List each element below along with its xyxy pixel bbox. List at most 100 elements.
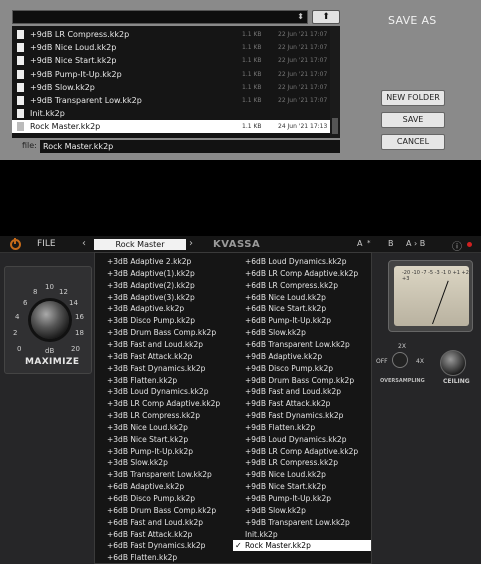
preset-menu-item[interactable]: +6dB Slow.kk2p xyxy=(245,327,369,338)
preset-menu-item[interactable]: +6dB Nice Loud.kk2p xyxy=(245,292,369,303)
preset-menu-item[interactable]: +6dB Fast Attack.kk2p xyxy=(107,529,233,540)
file-menu[interactable]: FILE xyxy=(37,239,56,249)
preset-menu-item[interactable]: +3dB Adaptive(3).kk2p xyxy=(107,292,233,303)
file-date: 22 Jun '21 17:07 xyxy=(278,31,328,38)
file-icon xyxy=(17,96,24,105)
ab-copy-button[interactable]: A › B xyxy=(406,239,425,248)
preset-menu-item[interactable]: +9dB Adaptive.kk2p xyxy=(245,351,369,362)
preset-menu-item[interactable]: +3dB Fast and Loud.kk2p xyxy=(107,339,233,350)
preset-menu-item[interactable]: +9dB Pump-It-Up.kk2p xyxy=(245,493,369,504)
up-arrow-icon: ⬆ xyxy=(322,12,330,22)
prev-preset-button[interactable]: ‹ xyxy=(82,238,86,249)
new-folder-button[interactable]: NEW FOLDER xyxy=(381,90,445,106)
preset-menu-item[interactable]: +6dB Pump-It-Up.kk2p xyxy=(245,315,369,326)
preset-menu-item[interactable]: +3dB Fast Dynamics.kk2p xyxy=(107,363,233,374)
preset-menu-item[interactable]: +3dB Adaptive 2.kk2p xyxy=(107,256,233,267)
preset-menu-item[interactable]: +3dB LR Compress.kk2p xyxy=(107,410,233,421)
preset-menu[interactable]: +3dB Adaptive 2.kk2p +3dB Adaptive(1).kk2… xyxy=(94,252,372,564)
ab-b-button[interactable]: B xyxy=(388,239,394,248)
preset-menu-item[interactable]: +3dB Disco Pump.kk2p xyxy=(107,315,233,326)
preset-menu-item[interactable]: +3dB Flatten.kk2p xyxy=(107,375,233,386)
preset-menu-item[interactable]: +9dB Disco Pump.kk2p xyxy=(245,363,369,374)
preset-name-field[interactable]: Rock Master xyxy=(94,239,186,250)
preset-menu-item[interactable]: +6dB Flatten.kk2p xyxy=(107,552,233,563)
filename-input[interactable]: Rock Master.kk2p xyxy=(40,140,340,153)
preset-menu-item[interactable]: Init.kk2p xyxy=(245,529,369,540)
oversampling-off-label: OFF xyxy=(376,358,388,365)
file-icon xyxy=(17,43,24,53)
maximize-knob[interactable] xyxy=(31,301,69,339)
file-row[interactable]: +9dB Nice Loud.kk2p 1.1 KB 22 Jun '21 17:0… xyxy=(12,41,332,54)
preset-menu-item[interactable]: +3dB Nice Loud.kk2p xyxy=(107,422,233,433)
preset-menu-item[interactable]: +3dB LR Comp Adaptive.kk2p xyxy=(107,398,233,409)
file-list[interactable]: +9dB LR Compress.kk2p 1.1 KB 22 Jun '21 17… xyxy=(12,26,340,138)
tick-label: 18 xyxy=(75,329,84,337)
preset-menu-item[interactable]: +9dB Fast Attack.kk2p xyxy=(245,398,369,409)
preset-menu-item[interactable]: +6dB Loud Dynamics.kk2p xyxy=(245,256,369,267)
file-row[interactable]: +9dB Pump-It-Up.kk2p 1.1 KB 22 Jun '21 17:… xyxy=(12,68,332,81)
file-name: +9dB Transparent Low.kk2p xyxy=(30,96,142,105)
tick-label: 4 xyxy=(15,313,20,321)
preset-menu-item[interactable]: +6dB Adaptive.kk2p xyxy=(107,481,233,492)
preset-menu-item[interactable]: +6dB Drum Bass Comp.kk2p xyxy=(107,505,233,516)
save-button[interactable]: SAVE xyxy=(381,112,445,128)
preset-menu-item[interactable]: +9dB Loud Dynamics.kk2p xyxy=(245,434,369,445)
dialog-title: SAVE AS xyxy=(388,14,437,27)
file-row[interactable]: +9dB Slow.kk2p 1.1 KB 22 Jun '21 17:07 xyxy=(12,81,332,94)
oversampling-switch[interactable] xyxy=(392,352,408,368)
scrollbar-thumb[interactable] xyxy=(332,118,338,134)
file-name: +9dB Slow.kk2p xyxy=(30,82,95,92)
ab-a-button[interactable]: A xyxy=(357,239,362,248)
preset-menu-item[interactable]: +9dB Fast and Loud.kk2p xyxy=(245,386,369,397)
preset-menu-item[interactable]: +6dB Fast Dynamics.kk2p xyxy=(107,540,233,551)
preset-menu-item[interactable]: +3dB Adaptive(2).kk2p xyxy=(107,280,233,291)
preset-menu-item[interactable]: +9dB Nice Loud.kk2p xyxy=(245,469,369,480)
preset-menu-item[interactable]: +3dB Drum Bass Comp.kk2p xyxy=(107,327,233,338)
file-row[interactable]: +9dB Nice Start.kk2p 1.1 KB 22 Jun '21 17:… xyxy=(12,54,332,67)
bypass-led-icon[interactable] xyxy=(467,242,472,247)
preset-menu-item[interactable]: +9dB Flatten.kk2p xyxy=(245,422,369,433)
preset-menu-item[interactable]: +9dB Fast Dynamics.kk2p xyxy=(245,410,369,421)
preset-menu-item[interactable]: +3dB Loud Dynamics.kk2p xyxy=(107,386,233,397)
file-row[interactable]: Init.kk2p xyxy=(12,107,332,120)
vu-meter-face: -20 -10 -7 -5 -3 -1 0 +1 +2 +3 xyxy=(394,266,469,326)
preset-menu-item[interactable]: +9dB Slow.kk2p xyxy=(245,505,369,516)
next-preset-button[interactable]: › xyxy=(189,238,193,249)
parent-folder-button[interactable]: ⬆ xyxy=(312,10,340,24)
preset-menu-item[interactable]: +3dB Fast Attack.kk2p xyxy=(107,351,233,362)
preset-menu-item[interactable]: +6dB Fast and Loud.kk2p xyxy=(107,517,233,528)
checkmark-icon: ✓ xyxy=(235,541,242,551)
file-list-scrollbar[interactable] xyxy=(330,26,340,138)
file-icon xyxy=(17,82,24,92)
preset-menu-item[interactable]: +3dB Adaptive(1).kk2p xyxy=(107,268,233,279)
ab-toggle-icon[interactable]: * xyxy=(367,239,371,247)
preset-menu-item[interactable]: +6dB LR Compress.kk2p xyxy=(245,280,369,291)
preset-menu-item-selected[interactable]: ✓ Rock Master.kk2p xyxy=(233,540,371,552)
preset-menu-item[interactable]: +9dB Transparent Low.kk2p xyxy=(245,517,369,528)
preset-menu-item[interactable]: +6dB Disco Pump.kk2p xyxy=(107,493,233,504)
power-icon[interactable] xyxy=(10,238,21,250)
info-icon[interactable]: ⓘ xyxy=(452,238,462,253)
file-size: 1.1 KB xyxy=(242,31,262,38)
preset-menu-item[interactable]: +9dB LR Comp Adaptive.kk2p xyxy=(245,446,369,457)
file-row[interactable]: Rock Master.kk2p 1.1 KB 24 Jun '21 17:13 xyxy=(12,120,332,134)
file-size: 1.1 KB xyxy=(242,97,262,104)
preset-menu-item[interactable]: +3dB Pump-It-Up.kk2p xyxy=(107,446,233,457)
cancel-button[interactable]: CANCEL xyxy=(381,134,445,150)
preset-menu-item[interactable]: +3dB Transparent Low.kk2p xyxy=(107,469,233,480)
preset-menu-item[interactable]: +3dB Slow.kk2p xyxy=(107,457,233,468)
preset-menu-item[interactable]: +3dB Adaptive.kk2p xyxy=(107,303,233,314)
file-date: 22 Jun '21 17:07 xyxy=(278,57,328,65)
file-row[interactable]: +9dB LR Compress.kk2p 1.1 KB 22 Jun '21 17… xyxy=(12,28,332,41)
preset-menu-item[interactable]: +9dB LR Compress.kk2p xyxy=(245,457,369,468)
file-row[interactable]: +9dB Transparent Low.kk2p 1.1 KB 22 Jun '2… xyxy=(12,94,332,107)
preset-menu-item[interactable]: +6dB Transparent Low.kk2p xyxy=(245,339,369,350)
ceiling-knob[interactable] xyxy=(440,350,466,376)
preset-menu-item[interactable]: +6dB Nice Start.kk2p xyxy=(245,303,369,314)
tick-label: 0 xyxy=(17,345,22,353)
preset-menu-item[interactable]: +9dB Drum Bass Comp.kk2p xyxy=(245,375,369,386)
preset-menu-item[interactable]: +6dB LR Comp Adaptive.kk2p xyxy=(245,268,369,279)
folder-select[interactable]: ⬍ xyxy=(12,10,308,24)
preset-menu-item[interactable]: +3dB Nice Start.kk2p xyxy=(107,434,233,445)
preset-menu-item[interactable]: +9dB Nice Start.kk2p xyxy=(245,481,369,492)
